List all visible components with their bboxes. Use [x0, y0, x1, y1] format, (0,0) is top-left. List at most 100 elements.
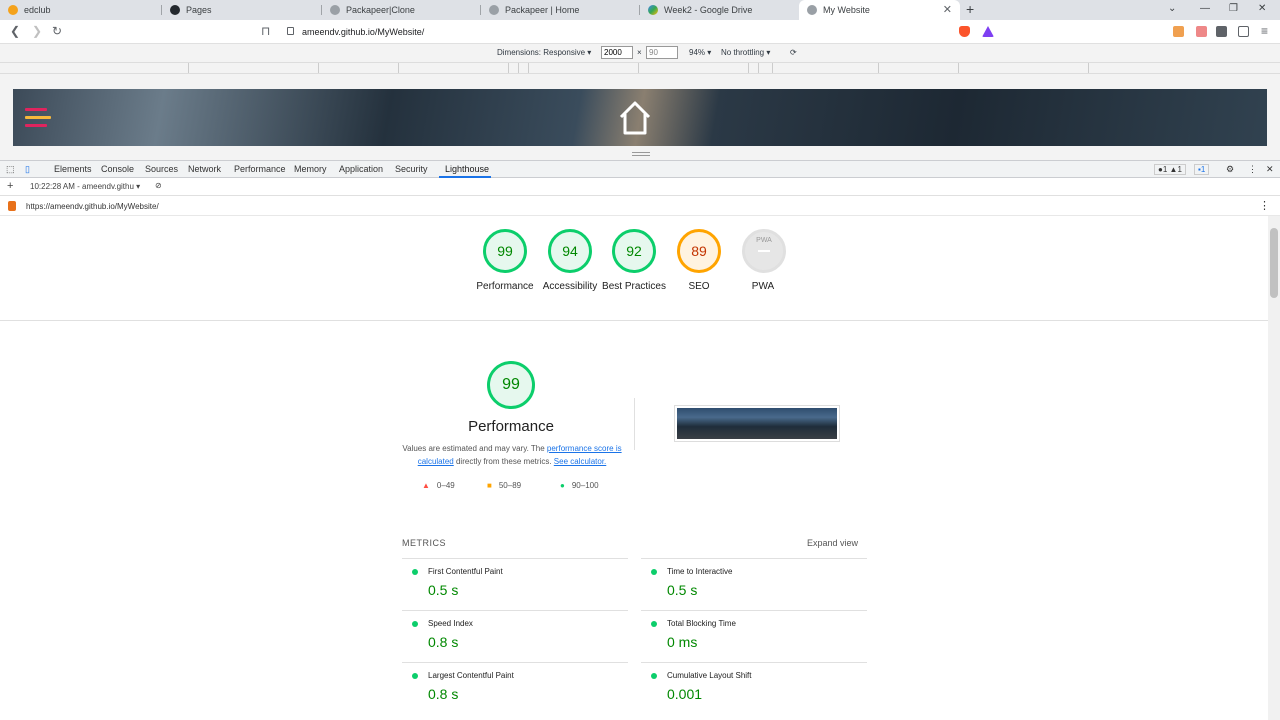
tab-application[interactable]: Application	[339, 164, 383, 174]
final-screenshot-thumbnail[interactable]	[674, 405, 840, 442]
seo-gauge[interactable]: 89	[677, 229, 721, 273]
window-close-icon[interactable]: ✕	[1258, 3, 1266, 14]
tab-performance[interactable]: Performance	[234, 164, 286, 174]
browser-tab[interactable]: Packapeer|Clone	[322, 0, 481, 20]
back-icon[interactable]: ❮	[10, 24, 20, 38]
tab-security[interactable]: Security	[395, 164, 428, 174]
performance-title: Performance	[468, 418, 554, 435]
circle-icon: ●	[560, 481, 565, 490]
url-text: ameendv.github.io/MyWebsite/	[302, 27, 425, 37]
minimize-icon[interactable]: —	[1200, 3, 1210, 14]
tab-lighthouse[interactable]: Lighthouse	[445, 164, 489, 174]
media-query-ruler	[0, 62, 1280, 74]
scroll-thumb[interactable]	[1270, 228, 1278, 298]
settings-gear-icon[interactable]: ⚙	[1226, 164, 1234, 175]
zoom-dropdown[interactable]: 94% ▾	[689, 48, 711, 57]
metric-row: Total Blocking Time 0 ms	[641, 610, 867, 662]
tab-network[interactable]: Network	[188, 164, 221, 174]
dimension-separator: ×	[637, 48, 642, 57]
hamburger-menu-icon[interactable]	[25, 124, 47, 127]
dimensions-dropdown[interactable]: Dimensions: Responsive ▾	[497, 48, 591, 57]
extension-icon[interactable]	[1173, 26, 1184, 37]
report-selector[interactable]: 10:22:28 AM - ameendv.githu ▾	[30, 182, 140, 191]
device-toolbar: Dimensions: Responsive ▾ × 94% ▾ No thro…	[0, 44, 1280, 62]
metric-value: 0.001	[667, 686, 703, 702]
google-drive-favicon-icon	[648, 5, 658, 15]
new-report-icon[interactable]: +	[7, 180, 13, 192]
pwa-gauge[interactable]: PWA	[742, 229, 786, 273]
device-toolbar-toggle-icon[interactable]: ▯	[25, 164, 30, 175]
metric-row: Cumulative Layout Shift 0.001	[641, 662, 867, 714]
browser-tab[interactable]: edclub	[0, 0, 162, 20]
height-input[interactable]	[646, 46, 678, 59]
puzzle-icon[interactable]	[1216, 26, 1227, 37]
metric-name: Speed Index	[428, 619, 473, 628]
lighthouse-icon	[8, 201, 16, 211]
more-options-icon[interactable]: ⋮	[1248, 164, 1257, 175]
forward-icon[interactable]: ❯	[32, 24, 42, 38]
tab-title: My Website	[823, 5, 870, 15]
bookmark-icon[interactable]: ⊓	[261, 24, 270, 38]
hamburger-menu-icon[interactable]	[25, 108, 47, 111]
pwa-dash-icon	[758, 250, 770, 252]
browser-tab[interactable]: Pages	[162, 0, 322, 20]
hero-banner	[13, 89, 1267, 146]
reload-icon[interactable]: ↻	[52, 24, 62, 38]
browser-tab[interactable]: Week2 - Google Drive	[640, 0, 799, 20]
see-calculator-link[interactable]: See calculator.	[554, 457, 606, 466]
pass-dot-icon	[651, 621, 657, 627]
hamburger-menu-icon[interactable]	[25, 116, 51, 119]
legend-pass: ● 90–100	[560, 481, 599, 490]
expand-view-toggle[interactable]: Expand view	[807, 538, 858, 548]
messages-counter[interactable]: ▪1	[1194, 164, 1210, 175]
issues-counter[interactable]: ●1 ▲1	[1154, 164, 1186, 175]
menu-icon[interactable]: ≡	[1261, 24, 1268, 38]
pass-dot-icon	[412, 621, 418, 627]
browser-tab[interactable]: Packapeer | Home	[481, 0, 640, 20]
tab-sources[interactable]: Sources	[145, 164, 178, 174]
tab-elements[interactable]: Elements	[54, 164, 92, 174]
globe-favicon-icon	[330, 5, 340, 15]
gauge-label: Best Practices	[602, 281, 666, 292]
globe-favicon-icon	[807, 5, 817, 15]
performance-gauge[interactable]: 99	[483, 229, 527, 273]
new-tab-button[interactable]: +	[966, 1, 974, 17]
extension-icon[interactable]	[1196, 26, 1207, 37]
home-icon[interactable]	[618, 100, 652, 136]
accessibility-gauge[interactable]: 94	[548, 229, 592, 273]
close-tab-icon[interactable]: ✕	[943, 3, 952, 16]
report-scrollbar[interactable]	[1268, 216, 1280, 720]
tab-title: Pages	[186, 5, 212, 15]
restore-icon[interactable]: ❐	[1229, 3, 1238, 14]
browser-tab-active[interactable]: My Website ✕	[799, 0, 960, 20]
metric-value: 0 ms	[667, 634, 698, 650]
browser-tab-strip: edclub Pages Packapeer|Clone Packapeer |…	[0, 0, 1280, 20]
metric-name: Time to Interactive	[667, 567, 733, 576]
tab-memory[interactable]: Memory	[294, 164, 327, 174]
tab-title: Week2 - Google Drive	[664, 5, 753, 15]
square-icon: ■	[487, 481, 492, 490]
wallet-icon[interactable]	[1238, 26, 1249, 37]
best-practices-gauge[interactable]: 92	[612, 229, 656, 273]
address-bar[interactable]: ameendv.github.io/MyWebsite/	[280, 23, 950, 41]
brave-shields-icon[interactable]	[959, 26, 970, 37]
browser-toolbar: ❮ ❯ ↻ ⊓ ameendv.github.io/MyWebsite/ ≡	[0, 20, 1280, 44]
width-input[interactable]	[601, 46, 633, 59]
clear-reports-icon[interactable]: ⊘	[155, 181, 162, 190]
inspect-element-icon[interactable]: ⬚	[6, 164, 15, 175]
pwa-badge-text: PWA	[756, 237, 772, 244]
throttling-dropdown[interactable]: No throttling ▾	[721, 48, 770, 57]
github-favicon-icon	[170, 5, 180, 15]
tab-console[interactable]: Console	[101, 164, 134, 174]
resize-handle[interactable]	[632, 152, 650, 156]
rotate-icon[interactable]: ⟳	[790, 48, 797, 57]
report-url: https://ameendv.github.io/MyWebsite/	[26, 202, 159, 211]
brave-rewards-icon[interactable]	[982, 26, 994, 37]
metric-value: 0.5 s	[667, 582, 698, 598]
tab-search-icon[interactable]: ⌄	[1168, 3, 1176, 14]
close-devtools-icon[interactable]: ✕	[1266, 164, 1274, 175]
report-menu-icon[interactable]: ⋮	[1259, 199, 1270, 212]
metric-row: Time to Interactive 0.5 s	[641, 558, 867, 610]
report-url-bar: https://ameendv.github.io/MyWebsite/ ⋮	[0, 196, 1280, 216]
page-viewport	[0, 74, 1280, 160]
